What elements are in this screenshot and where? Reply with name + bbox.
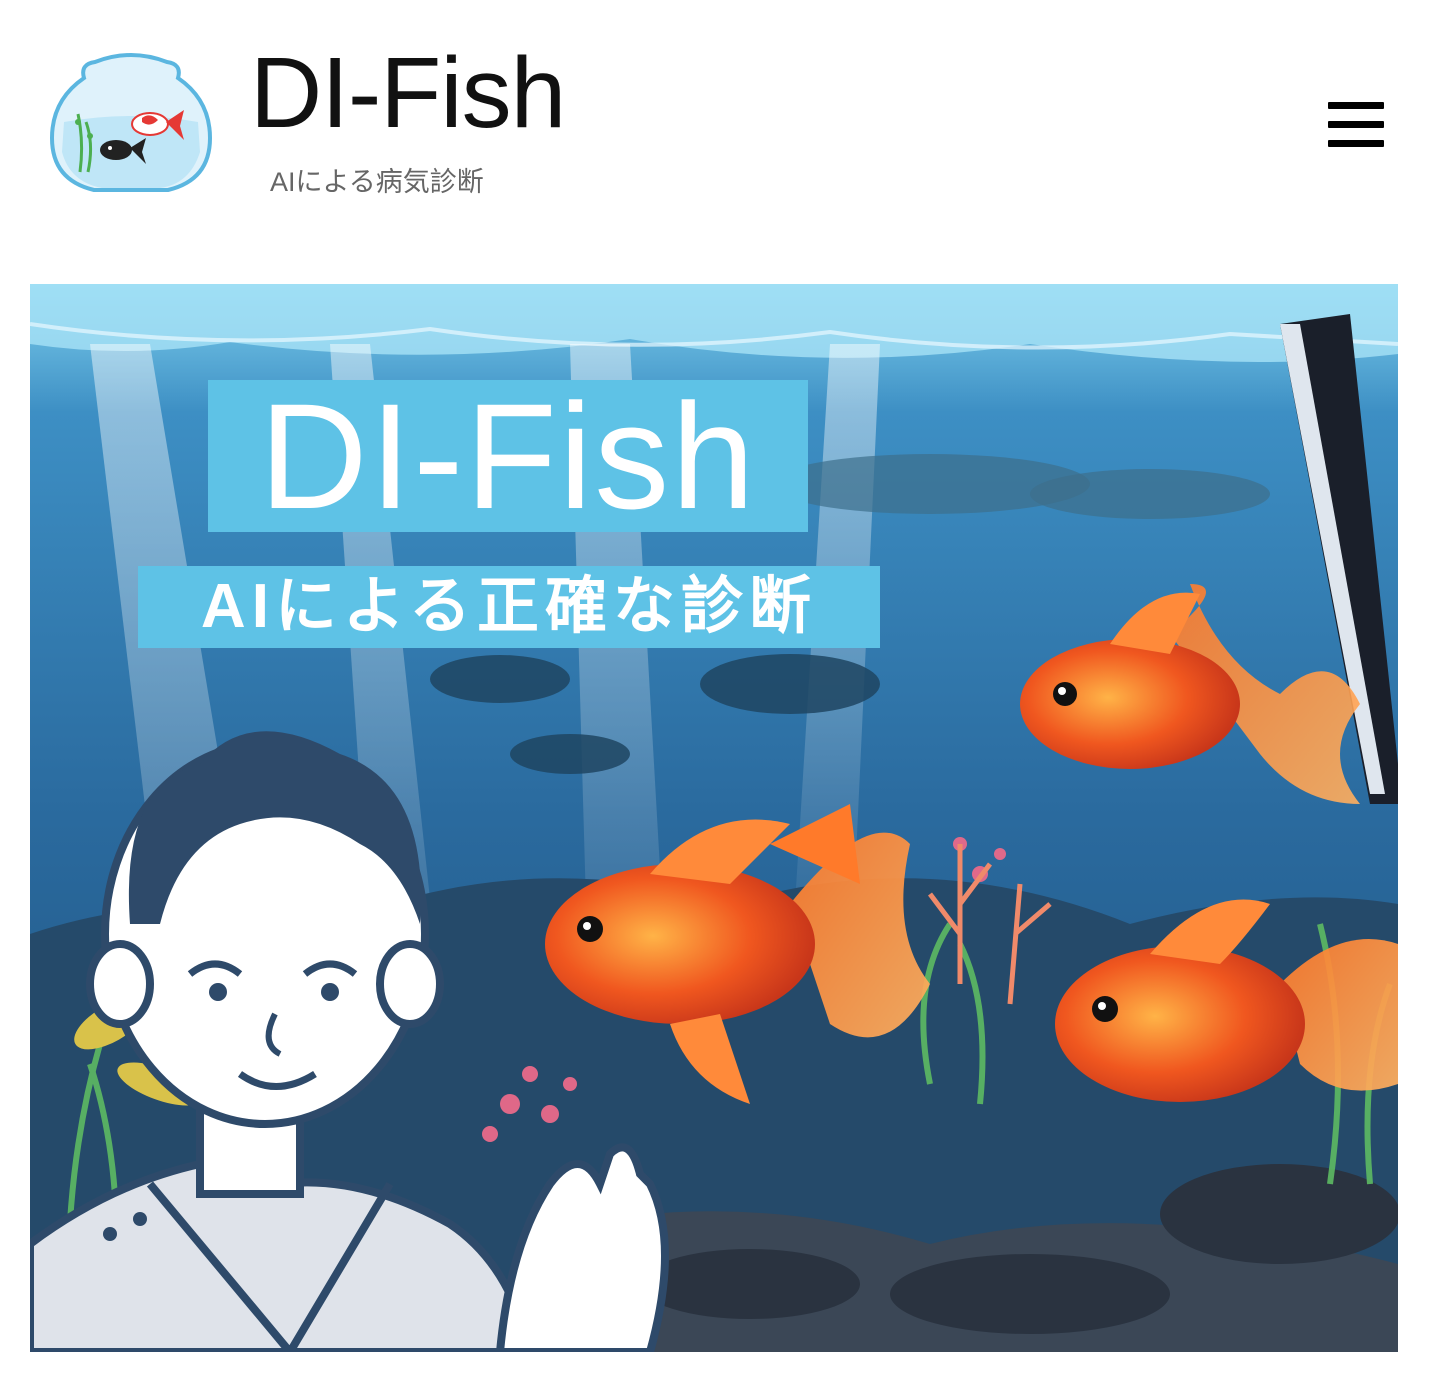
hamburger-menu-icon[interactable] <box>1324 96 1386 154</box>
site-header: DI-Fish AIによる病気診断 <box>0 0 1434 260</box>
site-title[interactable]: DI-Fish <box>250 38 566 148</box>
hero-banner: DI-Fish AIによる正確な診断 <box>30 284 1398 1352</box>
hero-title: DI-Fish <box>208 380 808 532</box>
site-subtitle: AIによる病気診断 <box>270 167 484 197</box>
hero-tagline: AIによる正確な診断 <box>138 566 880 648</box>
fishbowl-logo-icon[interactable] <box>49 52 213 194</box>
